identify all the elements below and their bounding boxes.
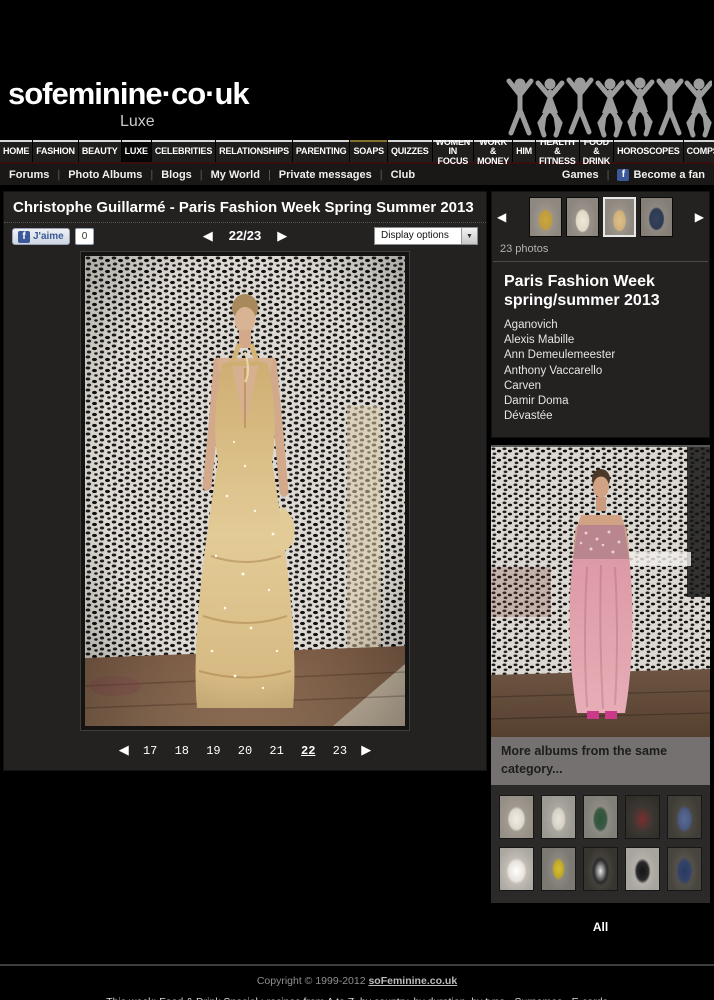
this-week-links[interactable]: This week: Food & Drink Special : recipe… <box>0 996 714 1000</box>
designer-link[interactable]: Ann Demeulemeester <box>504 348 697 363</box>
display-options-label: Display options <box>375 228 461 244</box>
strip-next-icon[interactable]: ▶ <box>695 210 704 224</box>
subnav-games[interactable]: Games <box>562 169 599 181</box>
thumbnail-navy-outfit[interactable] <box>640 197 673 237</box>
pagination-next-icon[interactable]: ▶ <box>361 743 371 758</box>
more-albums-header: More albums from the same category... <box>491 737 710 786</box>
designer-link[interactable]: Damir Doma <box>504 394 697 409</box>
content-area: Christophe Guillarmé - Paris Fashion Wee… <box>0 191 714 934</box>
site-logo[interactable]: sofeminine·co·uk <box>8 76 249 112</box>
thumbnail-white-dress[interactable] <box>566 197 599 237</box>
album-title: Paris Fashion Week spring/summer 2013 <box>492 262 709 316</box>
tab-beauty[interactable]: BEAUTY <box>79 140 121 162</box>
designer-link[interactable]: Alexis Mabille <box>504 333 697 348</box>
tab-relationships[interactable]: RELATIONSHIPS <box>216 140 292 162</box>
page-19[interactable]: 19 <box>206 744 220 758</box>
tab-food-drink[interactable]: FOOD & DRINK <box>580 140 614 162</box>
chevron-down-icon: ▼ <box>461 228 477 244</box>
more-albums-grid <box>491 785 710 903</box>
page-22-current[interactable]: 22 <box>301 744 315 758</box>
subnav-photo-albums[interactable]: Photo Albums <box>49 169 142 181</box>
photo-counter: 22/23 <box>229 228 262 243</box>
pagination-prev-icon[interactable]: ◀ <box>119 743 129 758</box>
photos-count: 23 photos <box>492 240 709 261</box>
strip-prev-icon[interactable]: ◀ <box>497 210 506 224</box>
page-21[interactable]: 21 <box>269 744 283 758</box>
facebook-icon: f <box>617 169 629 181</box>
site-header: sofeminine·co·uk Luxe <box>0 0 714 140</box>
next-photo-arrow-icon[interactable]: ▶ <box>277 229 287 242</box>
album-thumbnail[interactable] <box>541 795 576 839</box>
tab-luxe[interactable]: LUXE <box>122 140 151 162</box>
photo-controls: f J'aime 0 ◀ 22/23 ▶ Display options ▼ <box>4 223 486 250</box>
album-thumbnail[interactable] <box>625 847 660 891</box>
tab-women-in-focus[interactable]: WOMEN IN FOCUS <box>433 140 474 162</box>
album-thumbnail[interactable] <box>583 795 618 839</box>
sidebar-photo-pink-dress[interactable] <box>491 445 710 737</box>
subnav-private-messages[interactable]: Private messages <box>260 169 372 181</box>
designer-link[interactable]: Dévastée <box>504 409 697 424</box>
album-thumbnail[interactable] <box>499 795 534 839</box>
photo-pagination: ◀ 17 18 19 20 21 22 23 ▶ <box>4 731 486 770</box>
album-thumbnail[interactable] <box>625 795 660 839</box>
designer-link[interactable]: Aganovich <box>504 318 697 333</box>
previous-photo-arrow-icon[interactable]: ◀ <box>203 229 213 242</box>
thumbnail-gold-dress-selected[interactable] <box>603 197 636 237</box>
designer-link[interactable]: Carven <box>504 379 697 394</box>
main-nav: HOME FASHION BEAUTY LUXE CELEBRITIES REL… <box>0 140 714 164</box>
subnav-my-world[interactable]: My World <box>192 169 260 181</box>
tab-parenting[interactable]: PARENTING <box>293 140 350 162</box>
site-tagline: Luxe <box>120 113 155 131</box>
page-20[interactable]: 20 <box>238 744 252 758</box>
tab-celebrities[interactable]: CELEBRITIES <box>152 140 215 162</box>
all-albums-link[interactable]: All <box>491 920 710 934</box>
tab-soaps[interactable]: SOAPS <box>350 140 387 162</box>
album-sidebar: ◀ ▶ 23 photos Paris Fashion Week spring/… <box>491 191 710 934</box>
tab-comps[interactable]: COMPS <box>684 140 714 162</box>
tab-fashion[interactable]: FASHION <box>33 140 78 162</box>
become-a-fan-link[interactable]: f Become a fan <box>617 169 705 181</box>
footer: Copyright © 1999-2012 soFeminine.co.uk T… <box>0 964 714 1000</box>
tab-quizzes[interactable]: QUIZZES <box>388 140 432 162</box>
subnav-blogs[interactable]: Blogs <box>142 169 191 181</box>
page-23[interactable]: 23 <box>333 744 347 758</box>
photo-viewer-panel: Christophe Guillarmé - Paris Fashion Wee… <box>3 191 487 771</box>
thumbnail-strip: ◀ ▶ <box>492 192 709 240</box>
designer-list: Aganovich Alexis Mabille Ann Demeulemees… <box>492 316 709 433</box>
copyright-text: Copyright © 1999-2012 <box>257 975 369 987</box>
community-nav: Forums Photo Albums Blogs My World Priva… <box>0 164 714 185</box>
designer-link[interactable]: Anthony Vaccarello <box>504 364 697 379</box>
dancing-figures-illustration <box>506 76 712 143</box>
thumbnail-yellow-dress[interactable] <box>529 197 562 237</box>
copyright-site-link[interactable]: soFeminine.co.uk <box>368 975 457 987</box>
album-thumbnail[interactable] <box>667 847 702 891</box>
album-thumbnail[interactable] <box>499 847 534 891</box>
tab-him[interactable]: HIM <box>513 140 535 162</box>
page-title: Christophe Guillarmé - Paris Fashion Wee… <box>4 192 486 223</box>
subnav-club[interactable]: Club <box>372 169 415 181</box>
album-thumbnail[interactable] <box>541 847 576 891</box>
album-thumbnail[interactable] <box>583 847 618 891</box>
tab-home[interactable]: HOME <box>0 140 32 162</box>
page-17[interactable]: 17 <box>143 744 157 758</box>
page-18[interactable]: 18 <box>175 744 189 758</box>
display-options-select[interactable]: Display options ▼ <box>374 227 478 245</box>
main-photo <box>80 251 410 731</box>
album-thumbnail[interactable] <box>667 795 702 839</box>
become-a-fan-label: Become a fan <box>633 169 705 181</box>
tab-work-money[interactable]: WORK & MONEY <box>474 140 512 162</box>
subnav-forums[interactable]: Forums <box>9 169 49 181</box>
tab-horoscopes[interactable]: HOROSCOPES <box>614 140 683 162</box>
tab-health-fitness[interactable]: HEALTH & FITNESS <box>536 140 579 162</box>
separator: | <box>607 169 610 181</box>
